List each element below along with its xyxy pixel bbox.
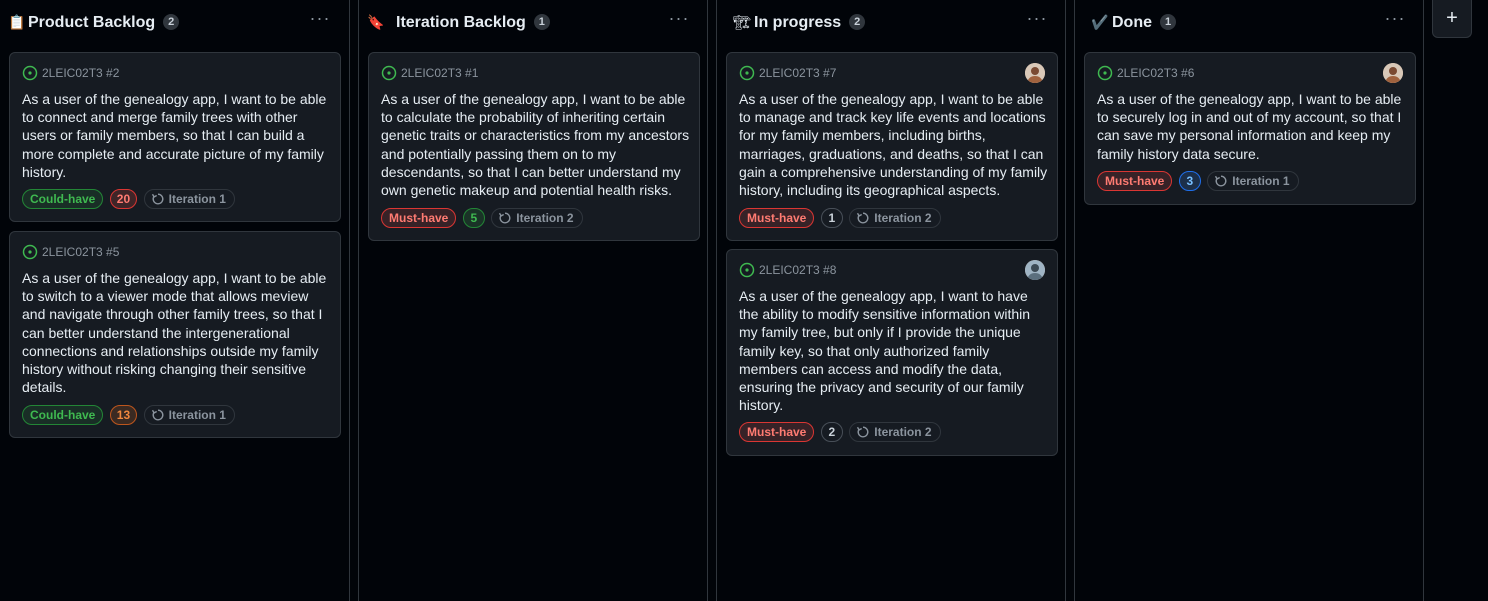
column-product-backlog: 📋 Product Backlog 2 ··· 2LEIC02T3 #2 As a… <box>0 0 350 601</box>
iteration-badge[interactable]: Iteration 2 <box>849 422 941 442</box>
column-header: ✔️ Done 1 ··· <box>1075 0 1423 46</box>
column-menu-button[interactable]: ··· <box>1382 8 1408 34</box>
column-menu-button[interactable]: ··· <box>666 8 692 34</box>
bookmark-icon: 🔖 <box>367 14 385 30</box>
clipboard-icon: 📋 <box>8 14 26 30</box>
column-menu-button[interactable]: ··· <box>307 8 333 34</box>
open-issue-icon <box>381 65 397 81</box>
issue-fields: Could-have 13 Iteration 1 <box>22 405 235 425</box>
column-menu-button[interactable]: ··· <box>1024 8 1050 34</box>
issue-fields: Must-have 1 Iteration 2 <box>739 208 941 228</box>
issue-body: As a user of the genealogy app, I want t… <box>739 91 1048 199</box>
issue-reference[interactable]: 2LEIC02T3 #1 <box>381 65 478 81</box>
open-issue-icon <box>22 244 38 260</box>
issue-reference[interactable]: 2LEIC02T3 #8 <box>739 262 836 278</box>
iteration-icon <box>1215 175 1227 187</box>
column-header: 🔖 Iteration Backlog 1 ··· <box>359 0 707 46</box>
avatar-image <box>1025 63 1045 83</box>
add-column-button[interactable]: + <box>1432 0 1472 38</box>
estimate-badge[interactable]: 3 <box>1178 171 1201 191</box>
assignee-avatar[interactable] <box>1025 63 1045 83</box>
avatar-image <box>1383 63 1403 83</box>
column-in-progress: 🏗 In progress 2 ··· 2LEIC02T3 #7 As a use… <box>716 0 1066 601</box>
open-issue-icon <box>1097 65 1113 81</box>
project-board: 📋 Product Backlog 2 ··· 2LEIC02T3 #2 As a… <box>0 0 1488 601</box>
assignee-avatar[interactable] <box>1383 63 1403 83</box>
column-title[interactable]: Iteration Backlog 1 <box>396 12 550 34</box>
issue-body: As a user of the genealogy app, I want t… <box>22 270 327 396</box>
iteration-icon <box>499 212 511 224</box>
issue-card[interactable]: 2LEIC02T3 #1 As a user of the genealogy … <box>368 52 700 241</box>
issue-card[interactable]: 2LEIC02T3 #7 As a user of the genealogy … <box>726 52 1058 241</box>
column-count: 2 <box>849 14 866 30</box>
column-iteration-backlog: 🔖 Iteration Backlog 1 ··· 2LEIC02T3 #1 As… <box>358 0 708 601</box>
iteration-icon <box>857 426 869 438</box>
issue-body: As a user of the genealogy app, I want t… <box>739 288 1031 414</box>
open-issue-icon <box>22 65 38 81</box>
priority-label[interactable]: Could-have <box>22 189 104 209</box>
column-title[interactable]: Product Backlog 2 <box>28 12 180 34</box>
estimate-badge[interactable]: 1 <box>820 208 843 228</box>
issue-reference[interactable]: 2LEIC02T3 #2 <box>22 65 119 81</box>
issue-body: As a user of the genealogy app, I want t… <box>22 91 327 180</box>
iteration-badge[interactable]: Iteration 2 <box>491 208 583 228</box>
column-done: ✔️ Done 1 ··· 2LEIC02T3 #6 As a user of t… <box>1074 0 1424 601</box>
issue-fields: Must-have 5 Iteration 2 <box>381 208 583 228</box>
priority-label[interactable]: Could-have <box>22 405 104 425</box>
open-issue-icon <box>739 262 755 278</box>
column-header: 📋 Product Backlog 2 ··· <box>0 0 349 46</box>
issue-reference[interactable]: 2LEIC02T3 #6 <box>1097 65 1194 81</box>
priority-label[interactable]: Must-have <box>1097 171 1173 191</box>
iteration-badge[interactable]: Iteration 2 <box>849 208 941 228</box>
issue-card[interactable]: 2LEIC02T3 #5 As a user of the genealogy … <box>9 231 341 438</box>
priority-label[interactable]: Must-have <box>739 422 815 442</box>
issue-fields: Must-have 2 Iteration 2 <box>739 422 941 442</box>
issue-body: As a user of the genealogy app, I want t… <box>381 91 690 199</box>
issue-reference[interactable]: 2LEIC02T3 #5 <box>22 244 119 260</box>
issue-fields: Must-have 3 Iteration 1 <box>1097 171 1299 191</box>
column-count: 2 <box>163 14 180 30</box>
check-icon: ✔️ <box>1091 14 1109 30</box>
avatar-image <box>1025 260 1045 280</box>
estimate-badge[interactable]: 13 <box>109 405 138 425</box>
estimate-badge[interactable]: 5 <box>462 208 485 228</box>
iteration-badge[interactable]: Iteration 1 <box>1207 171 1299 191</box>
iteration-badge[interactable]: Iteration 1 <box>143 405 235 425</box>
column-title[interactable]: In progress 2 <box>754 12 866 34</box>
iteration-icon <box>151 409 164 421</box>
priority-label[interactable]: Must-have <box>739 208 815 228</box>
estimate-badge[interactable]: 20 <box>109 189 138 209</box>
priority-label[interactable]: Must-have <box>381 208 457 228</box>
column-title[interactable]: Done 1 <box>1112 12 1176 34</box>
issue-fields: Could-have 20 Iteration 1 <box>22 189 235 209</box>
iteration-badge[interactable]: Iteration 1 <box>143 189 235 209</box>
issue-body: As a user of the genealogy app, I want t… <box>1097 91 1402 162</box>
issue-card[interactable]: 2LEIC02T3 #6 As a user of the genealogy … <box>1084 52 1416 205</box>
iteration-icon <box>151 193 164 205</box>
column-count: 1 <box>533 14 550 30</box>
estimate-badge[interactable]: 2 <box>820 422 843 442</box>
column-header: 🏗 In progress 2 ··· <box>717 0 1065 46</box>
iteration-icon <box>857 212 869 224</box>
issue-card[interactable]: 2LEIC02T3 #2 As a user of the genealogy … <box>9 52 341 222</box>
column-count: 1 <box>1160 14 1176 30</box>
issue-reference[interactable]: 2LEIC02T3 #7 <box>739 65 836 81</box>
assignee-avatar[interactable] <box>1025 260 1045 280</box>
issue-card[interactable]: 2LEIC02T3 #8 As a user of the genealogy … <box>726 249 1058 456</box>
construction-icon: 🏗 <box>733 14 751 30</box>
open-issue-icon <box>739 65 755 81</box>
